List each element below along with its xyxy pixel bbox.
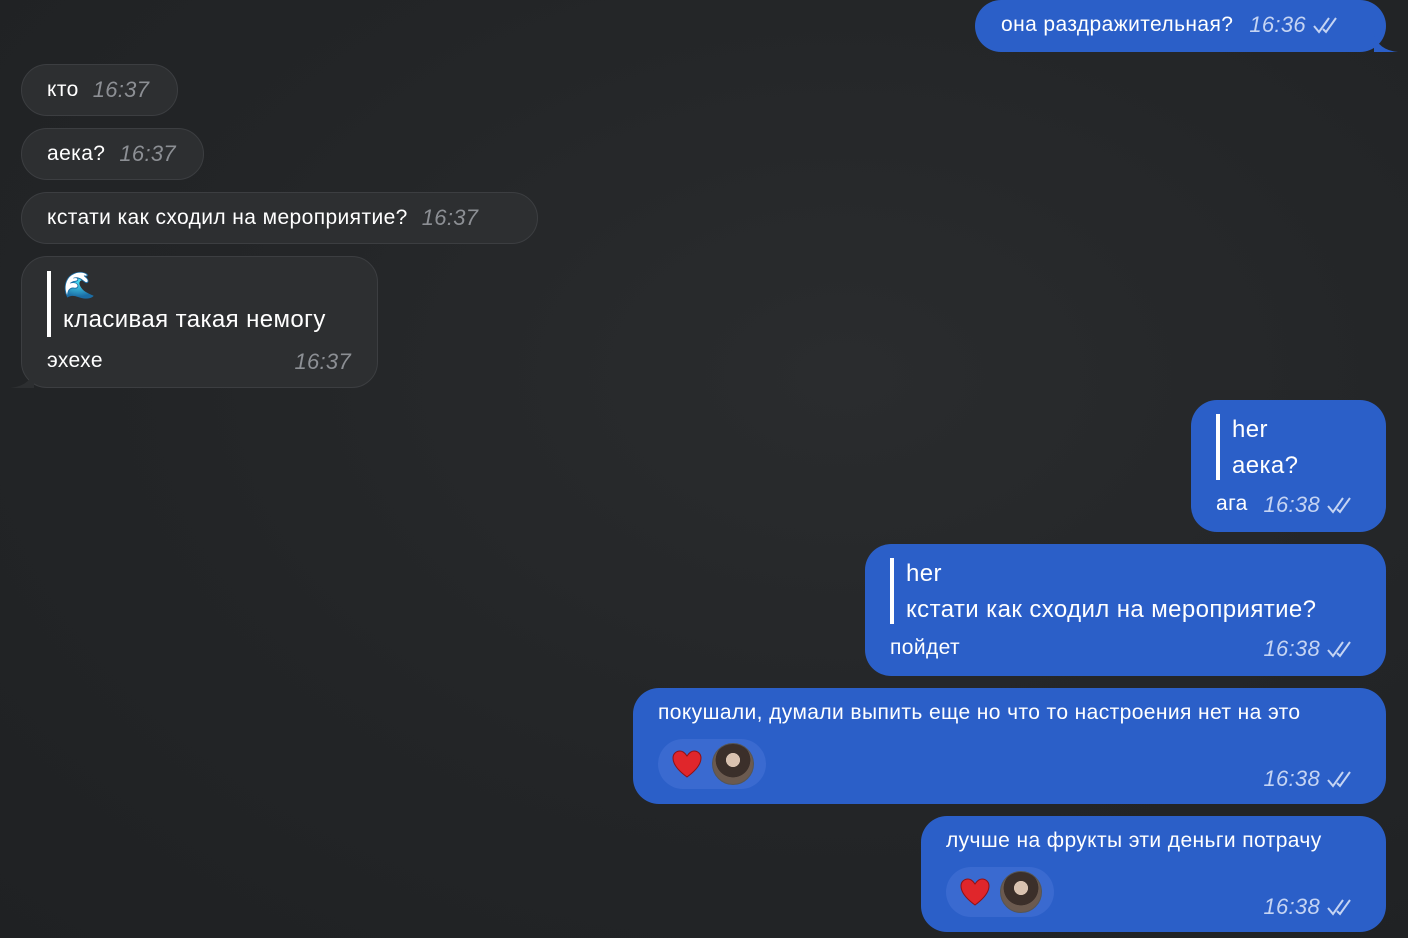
- heart-icon: [672, 750, 702, 778]
- reaction-chip[interactable]: [946, 867, 1054, 917]
- quote-text: класивая такая немогу: [63, 306, 326, 333]
- avatar[interactable]: [712, 743, 754, 785]
- quote-author: 🌊: [63, 271, 326, 303]
- message-time: 16:37: [119, 141, 176, 166]
- bubble-tail: [10, 370, 34, 388]
- quote-text: кстати как сходил на мероприятие?: [906, 596, 1317, 623]
- chat-window: она раздражительная? 16:36 кто 16:37 аек…: [0, 0, 1408, 938]
- message-incoming[interactable]: аека? 16:37: [21, 128, 204, 180]
- read-checkmarks-icon: [1327, 641, 1351, 658]
- message-time: 16:37: [92, 77, 150, 102]
- reply-quote[interactable]: her аека?: [1216, 414, 1298, 480]
- message-time: 16:37: [294, 349, 351, 374]
- message-text: кто: [47, 78, 79, 101]
- bubble-tail: [1374, 34, 1398, 52]
- message-text: покушали, думали выпить еще но что то на…: [658, 701, 1301, 724]
- message-outgoing[interactable]: она раздражительная? 16:36: [975, 0, 1398, 52]
- read-checkmarks-icon: [1327, 497, 1351, 514]
- avatar[interactable]: [1000, 871, 1042, 913]
- quote-author: her: [1232, 416, 1268, 443]
- message-outgoing-reply[interactable]: her кстати как сходил на мероприятие? по…: [865, 544, 1386, 676]
- message-time: 16:38: [1263, 766, 1320, 791]
- read-checkmarks-icon: [1327, 899, 1351, 916]
- message-time: 16:36: [1249, 12, 1306, 37]
- quote-author: her: [906, 560, 942, 587]
- message-incoming-reply[interactable]: 🌊 класивая такая немогу эхехе 16:37: [10, 256, 378, 388]
- message-text: пойдет: [890, 636, 961, 659]
- read-checkmarks-icon: [1327, 771, 1351, 788]
- message-text: лучше на фрукты эти деньги потрачу: [946, 829, 1322, 852]
- message-outgoing-reply[interactable]: her аека? ага 16:38: [1191, 400, 1386, 532]
- message-time: 16:37: [421, 205, 479, 230]
- message-text: аека?: [47, 142, 106, 165]
- message-text: она раздражительная?: [1001, 13, 1234, 36]
- message-time: 16:38: [1263, 492, 1320, 517]
- message-incoming[interactable]: кто 16:37: [21, 64, 178, 116]
- quote-text: аека?: [1232, 452, 1299, 479]
- message-text: эхехе: [47, 349, 103, 372]
- message-text: кстати как сходил на мероприятие?: [47, 206, 408, 229]
- read-checkmarks-icon: [1313, 17, 1337, 34]
- message-incoming[interactable]: кстати как сходил на мероприятие? 16:37: [21, 192, 538, 244]
- message-time: 16:38: [1263, 894, 1320, 919]
- message-outgoing[interactable]: лучше на фрукты эти деньги потрачу 16:38: [921, 816, 1386, 932]
- message-outgoing[interactable]: покушали, думали выпить еще но что то на…: [633, 688, 1386, 804]
- reaction-chip[interactable]: [658, 739, 766, 789]
- message-text: ага: [1216, 492, 1248, 515]
- reply-quote[interactable]: 🌊 класивая такая немогу: [47, 271, 326, 337]
- message-time: 16:38: [1263, 636, 1320, 661]
- heart-icon: [960, 878, 990, 906]
- wave-emoji-icon: 🌊: [63, 270, 96, 300]
- reply-quote[interactable]: her кстати как сходил на мероприятие?: [890, 558, 1316, 624]
